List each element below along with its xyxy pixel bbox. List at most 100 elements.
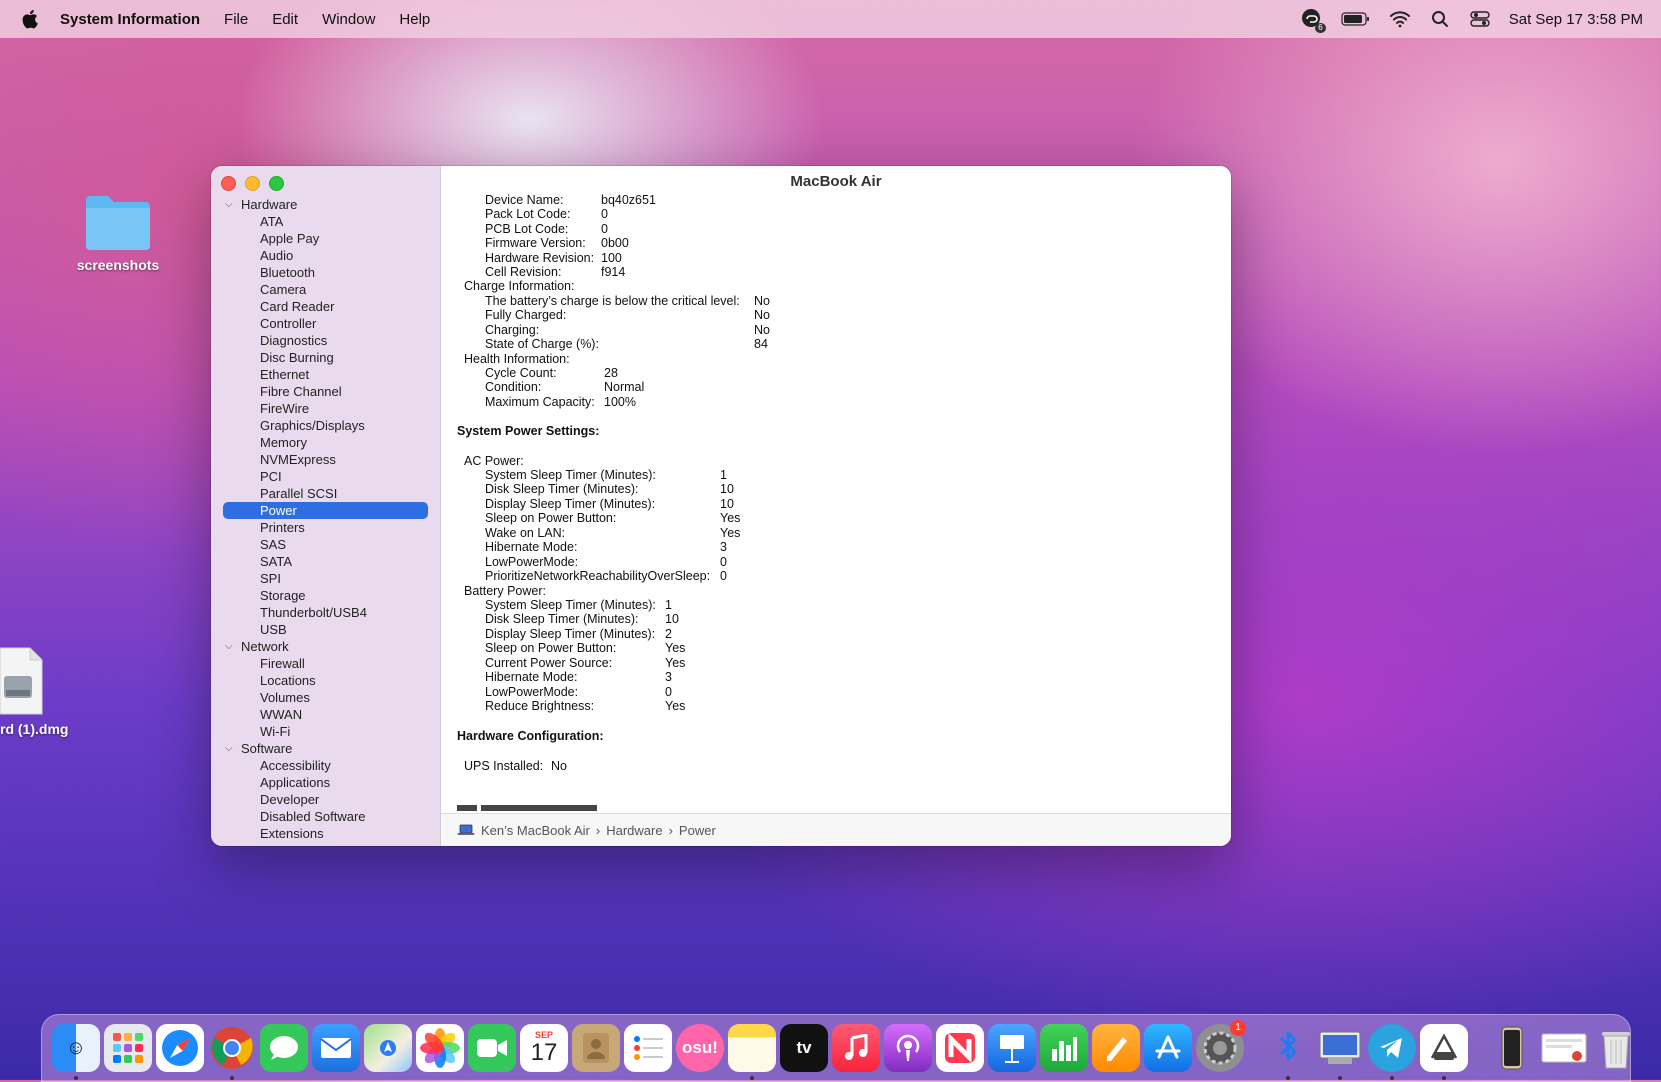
system-information-icon[interactable] [1316,1024,1364,1080]
battery-key: LowPowerMode: [485,684,579,699]
sidebar-item-nvmexpress[interactable]: NVMExpress [223,451,428,468]
apple-menu-icon[interactable] [20,8,42,30]
menu-help[interactable]: Help [399,11,430,28]
control-center-icon[interactable] [1469,8,1491,30]
reminders-icon[interactable] [624,1024,672,1072]
trash-icon[interactable] [1592,1024,1640,1072]
sidebar-item-wi-fi[interactable]: Wi-Fi [223,723,428,740]
chevron-down-icon[interactable]: ⌵ [225,638,233,655]
menu-edit[interactable]: Edit [272,11,298,28]
sidebar-item-applications[interactable]: Applications [223,774,428,791]
sidebar-item-storage[interactable]: Storage [223,587,428,604]
menu-file[interactable]: File [224,11,248,28]
app-store-icon[interactable] [1144,1024,1192,1072]
sidebar-item-locations[interactable]: Locations [223,672,428,689]
chevron-down-icon[interactable]: ⌵ [225,740,233,757]
creative-cloud-icon[interactable]: 6 [1301,8,1326,33]
telegram-icon[interactable] [1368,1024,1416,1080]
charge-key: Charging: [485,322,540,337]
sidebar-item-ata[interactable]: ATA [223,213,428,230]
calendar-icon[interactable]: SEP 17 [520,1024,568,1072]
photos-icon[interactable] [416,1024,464,1072]
sidebar-item-sas[interactable]: SAS [223,536,428,553]
wifi-icon[interactable] [1389,8,1411,30]
recent-download-icon[interactable] [1540,1024,1588,1072]
sidebar-item-memory[interactable]: Memory [223,434,428,451]
sidebar-item-camera[interactable]: Camera [223,281,428,298]
messages-icon[interactable] [260,1024,308,1072]
sidebar-item-diagnostics[interactable]: Diagnostics [223,332,428,349]
sidebar-item-wwan[interactable]: WWAN [223,706,428,723]
minimize-button[interactable] [245,176,260,191]
bluetooth-file-exchange-icon[interactable] [1264,1024,1312,1080]
path-power[interactable]: Power [679,823,716,838]
maps-icon[interactable] [364,1024,412,1072]
system-preferences-icon[interactable]: 1 [1196,1020,1246,1072]
sidebar-item-printers[interactable]: Printers [223,519,428,536]
sidebar-item-power[interactable]: Power [223,502,428,519]
running-indicator [750,1076,754,1080]
finder-icon[interactable]: ☺ [52,1024,100,1080]
sidebar-item-extensions[interactable]: Extensions [223,825,428,842]
menubar-clock[interactable]: Sat Sep 17 3:58 PM [1509,11,1643,28]
podcasts-icon[interactable] [884,1024,932,1072]
numbers-icon[interactable] [1040,1024,1088,1072]
safari-icon[interactable] [156,1024,204,1072]
sidebar-item-ethernet[interactable]: Ethernet [223,366,428,383]
desktop-folder[interactable]: screenshots [72,190,164,273]
chevron-down-icon[interactable]: ⌵ [225,196,233,213]
mail-icon[interactable] [312,1024,360,1072]
music-icon[interactable] [832,1024,880,1072]
sidebar-section-software[interactable]: ⌵ Software [211,740,440,757]
pages-icon[interactable] [1092,1024,1140,1072]
osu-icon[interactable]: osu! [676,1024,724,1072]
sidebar-item-fibre-channel[interactable]: Fibre Channel [223,383,428,400]
notes-icon[interactable] [728,1024,776,1080]
path-computer[interactable]: Ken’s MacBook Air [481,823,590,838]
sidebar-item-controller[interactable]: Controller [223,315,428,332]
laptop-icon [457,824,475,835]
news-icon[interactable] [936,1024,984,1072]
sidebar-item-parallel-scsi[interactable]: Parallel SCSI [223,485,428,502]
sidebar-item-volumes[interactable]: Volumes [223,689,428,706]
spotlight-search-icon[interactable] [1429,8,1451,30]
sidebar-item-pci[interactable]: PCI [223,468,428,485]
charge-value: 84 [754,337,768,352]
sidebar-item-bluetooth[interactable]: Bluetooth [223,264,428,281]
menu-window[interactable]: Window [322,11,375,28]
sidebar-item-sata[interactable]: SATA [223,553,428,570]
launchpad-icon[interactable] [104,1024,152,1072]
sidebar-item-thunderbolt-usb4[interactable]: Thunderbolt/USB4 [223,604,428,621]
facetime-icon[interactable] [468,1024,516,1072]
sidebar-item-developer[interactable]: Developer [223,791,428,808]
chrome-icon[interactable] [208,1024,256,1080]
sidebar-item-usb[interactable]: USB [223,621,428,638]
sidebar-item-apple-pay[interactable]: Apple Pay [223,230,428,247]
sidebar-item-card-reader[interactable]: Card Reader [223,298,428,315]
sidebar-item-accessibility[interactable]: Accessibility [223,757,428,774]
sidebar-item-audio[interactable]: Audio [223,247,428,264]
apple-tv-icon[interactable]: tv [780,1024,828,1072]
close-button[interactable] [221,176,236,191]
sidebar-item-spi[interactable]: SPI [223,570,428,587]
vpn-app-icon[interactable] [1420,1024,1468,1080]
phone-mirror-icon[interactable] [1488,1024,1536,1072]
desktop-dmg-file[interactable]: rd (1).dmg [0,646,78,737]
sidebar-item-graphics-displays[interactable]: Graphics/Displays [223,417,428,434]
sidebar-item-disc-burning[interactable]: Disc Burning [223,349,428,366]
sidebar-section-hardware[interactable]: ⌵ Hardware [211,196,440,213]
battery-key: System Sleep Timer (Minutes): [485,598,656,612]
keynote-icon[interactable] [988,1024,1036,1072]
sidebar-item-disabled-software[interactable]: Disabled Software [223,808,428,825]
sidebar-item-firewire[interactable]: FireWire [223,400,428,417]
app-name-menu[interactable]: System Information [60,11,200,28]
path-hardware[interactable]: Hardware [606,823,662,838]
disk-image-icon [0,647,43,715]
battery-power-header: Battery Power: [464,584,546,598]
contacts-icon[interactable] [572,1024,620,1072]
battery-icon[interactable] [1341,8,1371,30]
sidebar-section-network[interactable]: ⌵ Network [211,638,440,655]
clipped-next-section [457,805,597,811]
sidebar-item-firewall[interactable]: Firewall [223,655,428,672]
zoom-button[interactable] [269,176,284,191]
